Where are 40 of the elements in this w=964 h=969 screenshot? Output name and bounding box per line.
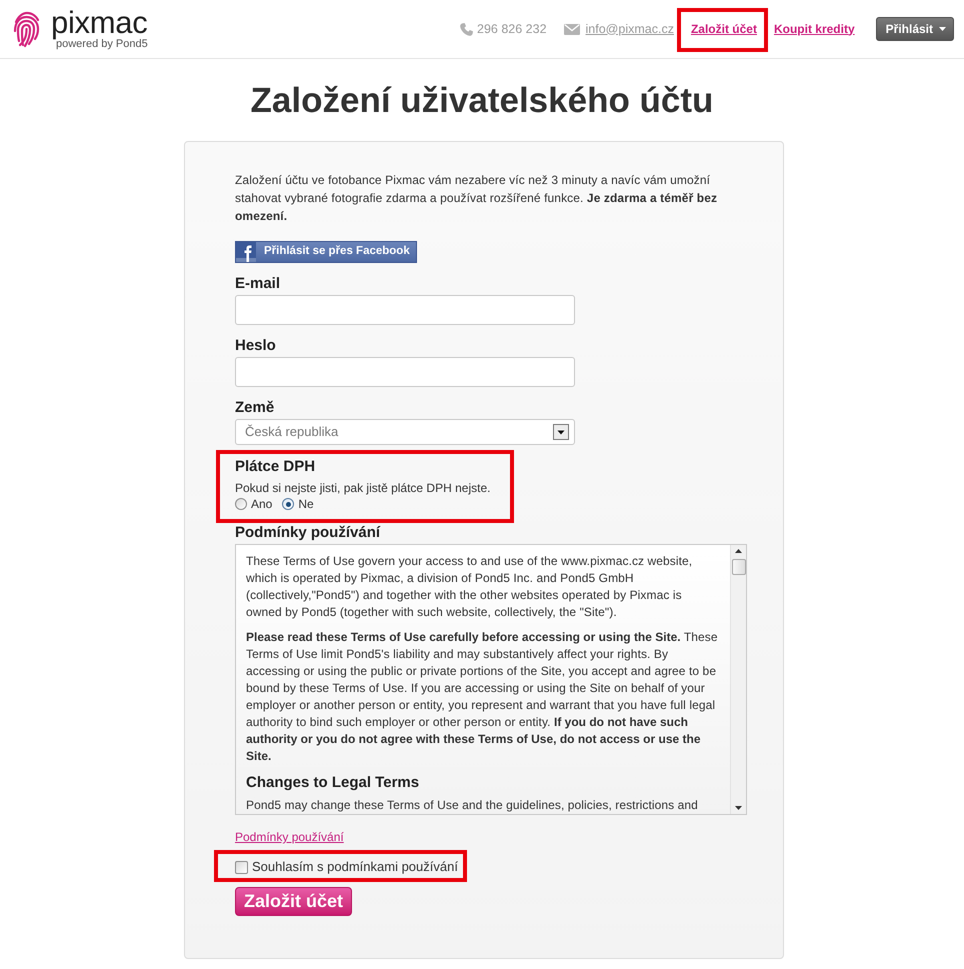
facebook-logo-icon (236, 242, 256, 262)
login-button[interactable]: Přihlásit (876, 17, 954, 41)
terms-paragraph: Pond5 may change these Terms of Use and the guidelines, policies, restrictions and (246, 797, 699, 814)
radio-label[interactable]: Ano (251, 495, 272, 513)
page-title: Založení uživatelského účtu (250, 80, 714, 122)
phone-number: 296 826 232 (477, 20, 547, 38)
terms-paragraph: Please read these Terms of Use carefully before accessing or using the Site. These Terms of Use limit Pond5's liability and may substantively affect your rights. By accessing or using the public or private portions of the Site, you accept and agree to be bound by these Terms of Use. If you are accessing or using the Site on behalf of your employer or another person or entity, you represent and warrant that you have full legal authority to bind such employer or other person or entity. If you do not have such authority or you do not agree with these Terms of Use, do not access or use the Site. (246, 629, 718, 765)
header-link[interactable]: Koupit kredity (774, 22, 855, 36)
terms-paragraph: These Terms of Use govern your access to and use of the www.pixmac.cz website, which is operated by Pixmac, a division of Pond5 Inc. and Pond5 GmbH (collectively,"Pond5") and together with the other websites operated by Pixmac is owned by Pond5 (together with such website, collectively, the "Site"). (246, 553, 694, 621)
terms-link[interactable]: Podmínky používání (235, 829, 344, 845)
logo-wordmark: pixmac (51, 8, 148, 38)
email-field[interactable] (235, 295, 575, 325)
country-select[interactable]: Česká republika (235, 419, 575, 445)
section-label: Plátce DPH (235, 458, 316, 476)
radio-button[interactable] (235, 498, 247, 510)
scrollbar-thumb[interactable] (732, 559, 746, 575)
password-field[interactable] (235, 357, 575, 387)
checkbox[interactable] (235, 860, 248, 874)
terms-heading: Changes to Legal Terms (246, 773, 420, 793)
field-label: E-mail (235, 275, 280, 293)
checkbox-label[interactable]: Souhlasím s podmínkami používání (252, 857, 458, 877)
email-link[interactable]: info@pixmac.cz (586, 20, 674, 38)
radio-label[interactable]: Ne (298, 495, 314, 513)
fingerprint-logo-icon (13, 10, 40, 48)
create-account-button[interactable]: Založit účet (235, 887, 352, 916)
hint-text: Pokud si nejste jisti, pak jistě plátce DPH nejste. (235, 480, 490, 496)
caret-icon (939, 27, 946, 31)
field-label: Země (235, 399, 274, 417)
header-link[interactable]: Založit účet (690, 22, 757, 36)
scroll-up-icon[interactable] (735, 549, 742, 553)
intro-paragraph: Založení účtu ve fotobance Pixmac vám nezabere víc než 3 minuty a navíc vám umožní stahovat vybrané fotografie zdarma a používat rozšířené funkce. Je zdarma a téměř bez omezení. (235, 172, 718, 225)
radio-button[interactable] (282, 498, 294, 510)
scroll-down-icon[interactable] (735, 806, 742, 810)
field-label: Heslo (235, 337, 276, 355)
facebook-login-button[interactable]: Přihlásit se přes Facebook (235, 241, 417, 263)
mail-icon (564, 24, 580, 34)
scrollbar[interactable] (730, 545, 746, 814)
section-label: Podmínky používání (235, 524, 380, 542)
logo-tagline: powered by Pond5 (56, 38, 148, 50)
phone-icon (459, 22, 474, 36)
